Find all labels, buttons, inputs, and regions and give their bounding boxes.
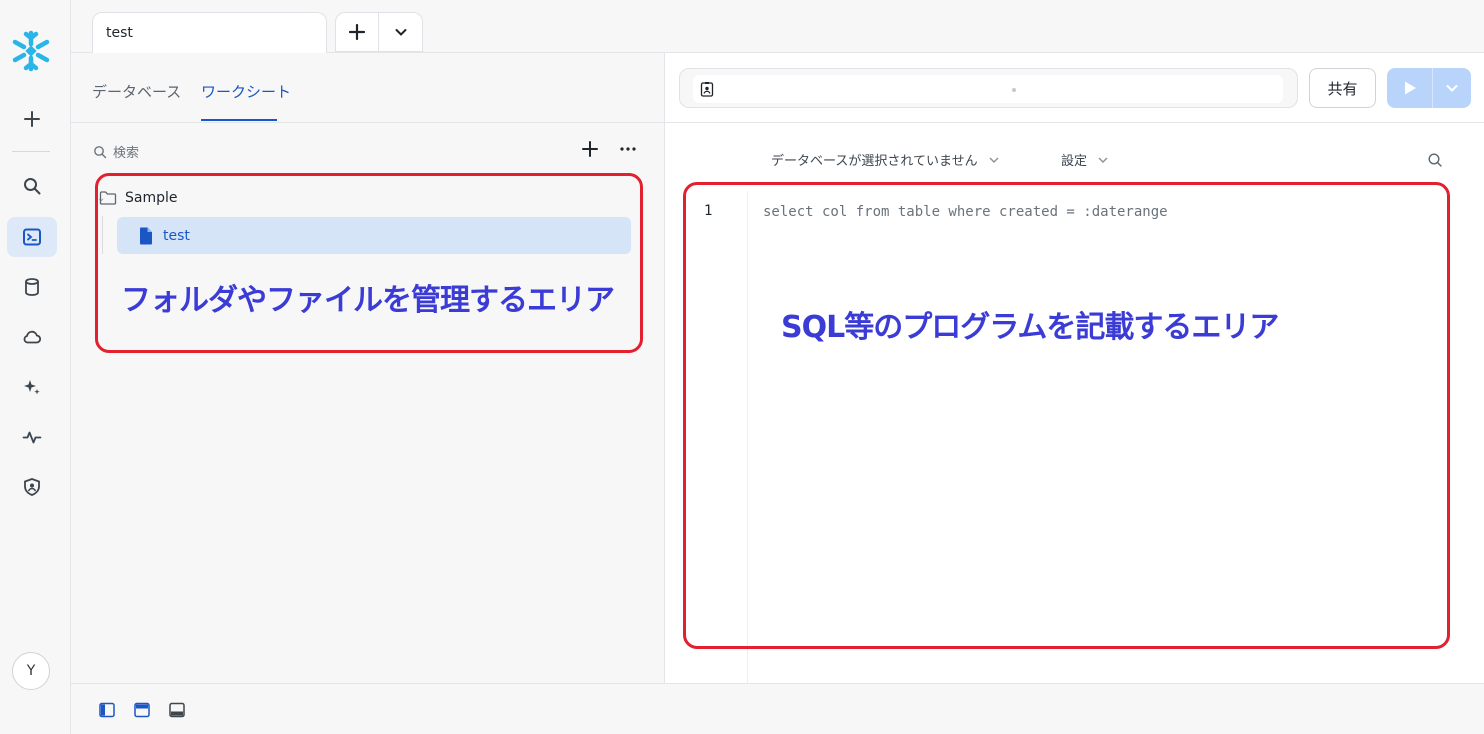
role-badge-icon bbox=[700, 82, 714, 97]
editor-top-divider bbox=[665, 122, 1484, 123]
tab-menu-button[interactable] bbox=[379, 13, 422, 51]
file-panel: データベース ワークシート 検索 ⌄ Sample test フォルダやファイル… bbox=[71, 53, 665, 683]
share-button[interactable]: 共有 bbox=[1309, 68, 1376, 108]
worksheet-tab-bar: test bbox=[71, 0, 1484, 54]
active-tab-indicator bbox=[201, 119, 277, 121]
search-nav-button[interactable] bbox=[7, 166, 57, 206]
tab-actions bbox=[335, 12, 423, 52]
search-icon bbox=[24, 178, 41, 195]
terminal-icon bbox=[23, 228, 41, 246]
monitoring-nav-button[interactable] bbox=[7, 417, 57, 457]
cloud-icon bbox=[23, 330, 42, 344]
create-button[interactable] bbox=[7, 99, 57, 139]
annotation-left: フォルダやファイルを管理するエリア bbox=[121, 283, 615, 318]
toggle-top-panel-icon[interactable] bbox=[133, 701, 151, 719]
settings-dropdown[interactable]: 設定 bbox=[1061, 150, 1109, 169]
rail-divider bbox=[12, 151, 50, 152]
database-icon bbox=[25, 278, 39, 296]
data-nav-button[interactable] bbox=[7, 267, 57, 307]
editor-area: 共有 データベースが選択されていません 設定 1 select col from… bbox=[665, 53, 1484, 683]
database-selector-label: データベースが選択されていません bbox=[771, 154, 978, 169]
plus-icon bbox=[348, 23, 366, 41]
play-icon bbox=[1404, 81, 1416, 95]
context-separator-dot bbox=[1012, 88, 1016, 92]
plus-icon bbox=[582, 141, 598, 157]
run-button-group bbox=[1387, 68, 1471, 108]
editor-search-icon[interactable] bbox=[1427, 152, 1443, 168]
add-item-button[interactable] bbox=[580, 139, 600, 159]
chevron-down-icon bbox=[1098, 157, 1108, 163]
context-selector[interactable] bbox=[679, 68, 1298, 108]
annotation-box-right bbox=[683, 182, 1450, 649]
annotation-box-left bbox=[95, 173, 643, 353]
sparkle-icon bbox=[24, 380, 40, 395]
tab-worksheets[interactable]: ワークシート bbox=[201, 81, 291, 102]
toggle-left-panel-icon[interactable] bbox=[98, 701, 116, 719]
more-horizontal-icon bbox=[620, 147, 636, 151]
more-options-button[interactable] bbox=[616, 139, 640, 159]
left-rail: Y bbox=[0, 0, 71, 734]
run-options-button[interactable] bbox=[1433, 68, 1471, 108]
shield-icon bbox=[24, 478, 40, 496]
chevron-down-icon bbox=[395, 29, 406, 36]
tab-databases[interactable]: データベース bbox=[92, 81, 181, 102]
annotation-right: SQL等のプログラムを記載するエリア bbox=[781, 310, 1279, 345]
snowflake-logo-icon[interactable] bbox=[10, 30, 52, 72]
governance-nav-button[interactable] bbox=[7, 467, 57, 507]
database-selector[interactable]: データベースが選択されていません bbox=[771, 150, 1000, 169]
chevron-down-icon bbox=[989, 157, 999, 163]
context-selector-inner bbox=[693, 75, 1283, 103]
search-placeholder: 検索 bbox=[113, 146, 140, 161]
plus-icon bbox=[24, 111, 40, 127]
ai-nav-button[interactable] bbox=[7, 367, 57, 407]
search-input[interactable]: 検索 bbox=[93, 142, 139, 161]
chevron-down-icon bbox=[1446, 85, 1458, 92]
settings-label: 設定 bbox=[1061, 154, 1088, 169]
new-tab-button[interactable] bbox=[336, 13, 379, 51]
projects-nav-button[interactable] bbox=[7, 217, 57, 257]
user-avatar[interactable]: Y bbox=[12, 652, 50, 690]
worksheet-tab[interactable]: test bbox=[92, 12, 327, 54]
run-button[interactable] bbox=[1387, 68, 1433, 108]
panel-divider bbox=[71, 122, 665, 123]
cloud-nav-button[interactable] bbox=[7, 317, 57, 357]
bottom-bar bbox=[71, 683, 1484, 734]
search-icon bbox=[94, 145, 107, 158]
activity-icon bbox=[22, 431, 42, 444]
toggle-bottom-panel-icon[interactable] bbox=[168, 701, 186, 719]
